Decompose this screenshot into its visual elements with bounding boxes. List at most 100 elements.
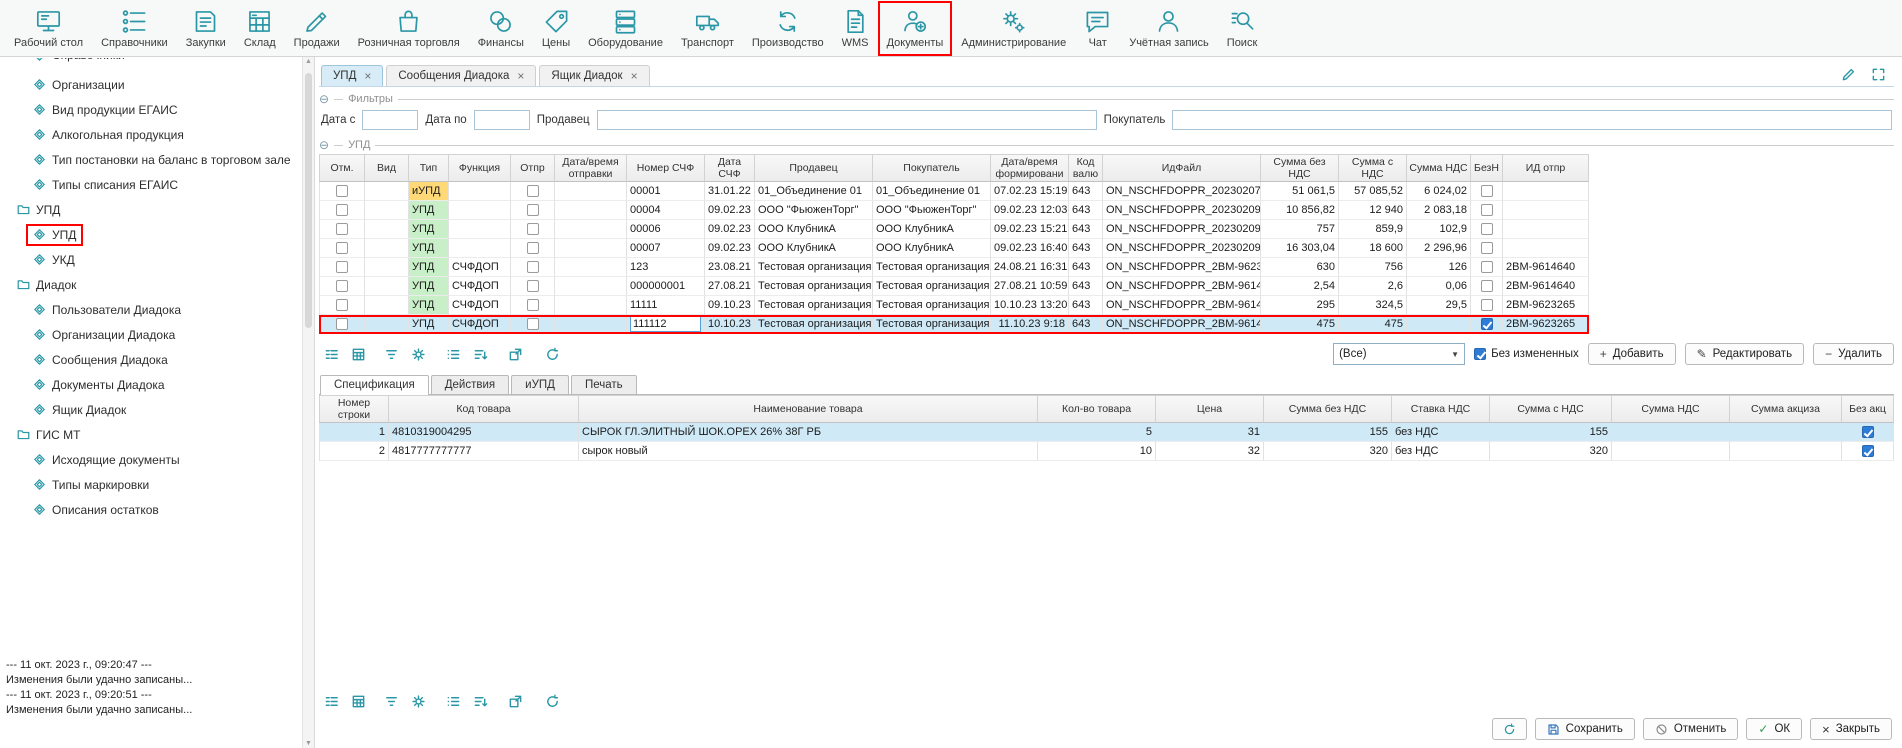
close-button[interactable]: × Закрыть: [1810, 718, 1892, 740]
cell-date[interactable]: 31.01.22: [705, 182, 755, 201]
cell-sent-at[interactable]: [555, 220, 627, 239]
cell-price[interactable]: 32: [1156, 442, 1264, 461]
cell-number[interactable]: 111112: [627, 315, 705, 334]
cell-sum-vat[interactable]: 126: [1407, 258, 1471, 277]
sidebar-item-7[interactable]: УПД: [0, 222, 302, 247]
column-header-line[interactable]: Номер строки: [319, 395, 389, 423]
checkbox[interactable]: [1481, 299, 1493, 311]
cell-func[interactable]: [449, 239, 511, 258]
cell-formed-at[interactable]: 07.02.23 15:19: [991, 182, 1069, 201]
cell-otpr[interactable]: [511, 201, 555, 220]
cell-vid[interactable]: [365, 220, 409, 239]
cell-func[interactable]: СЧФДОП: [449, 315, 511, 334]
checkbox[interactable]: [1474, 348, 1486, 360]
cell-sum-no-vat[interactable]: 295: [1261, 296, 1339, 315]
column-header-sent-at[interactable]: Дата/время отправки: [555, 154, 627, 182]
detail-tab-0[interactable]: Спецификация: [320, 375, 429, 395]
cell-func[interactable]: СЧФДОП: [449, 258, 511, 277]
open-in-window-button[interactable]: [503, 343, 527, 365]
cell-number[interactable]: 000000001: [627, 277, 705, 296]
cell-mark[interactable]: [319, 258, 365, 277]
cell-sum-with-vat[interactable]: 57 085,52: [1339, 182, 1407, 201]
cell-mark[interactable]: [319, 182, 365, 201]
cell-mark[interactable]: [319, 220, 365, 239]
inline-editor[interactable]: 111112: [630, 316, 701, 332]
toolbar-item-finance[interactable]: Финансы: [470, 2, 532, 55]
cell-seller[interactable]: Тестовая организация №: [755, 315, 873, 334]
open-in-window-button[interactable]: [503, 690, 527, 712]
cell-file-id[interactable]: ON_NSCHFDOPPR_20230207: [1103, 182, 1261, 201]
cell-buyer[interactable]: Тестовая организация №: [873, 258, 991, 277]
toolbar-item-references[interactable]: Справочники: [93, 2, 176, 55]
toolbar-item-transport[interactable]: Транспорт: [673, 2, 742, 55]
detail-tab-1[interactable]: Действия: [431, 375, 509, 394]
cell-sender-id[interactable]: [1503, 182, 1589, 201]
toolbar-item-account[interactable]: Учётная запись: [1121, 2, 1217, 55]
cell-number[interactable]: 00001: [627, 182, 705, 201]
cell-func[interactable]: [449, 182, 511, 201]
cell-sum-with-vat[interactable]: 18 600: [1339, 239, 1407, 258]
cell-vid[interactable]: [365, 182, 409, 201]
collapse-icon[interactable]: ⊖: [319, 139, 329, 151]
cell-otpr[interactable]: [511, 296, 555, 315]
date-to-input[interactable]: [474, 110, 530, 130]
cell-mark[interactable]: [319, 239, 365, 258]
expand-fullscreen-icon[interactable]: [1871, 67, 1886, 82]
cell-file-id[interactable]: ON_NSCHFDOPPR_2BM-96146: [1103, 277, 1261, 296]
cell-buyer[interactable]: ООО КлубникА: [873, 220, 991, 239]
cell-sender-id[interactable]: [1503, 220, 1589, 239]
sidebar-item-0[interactable]: Справочники: [0, 58, 302, 72]
view-mode-button[interactable]: [319, 343, 343, 365]
cell-sum-vat[interactable]: 0,06: [1407, 277, 1471, 296]
toolbar-item-desktop[interactable]: Рабочий стол: [6, 2, 91, 55]
cell-date[interactable]: 09.02.23: [705, 220, 755, 239]
tab-close-icon[interactable]: ×: [631, 70, 638, 82]
toolbar-item-administration[interactable]: Администрирование: [953, 2, 1074, 55]
checkbox[interactable]: [1481, 318, 1493, 330]
cell-sum-with-vat[interactable]: 2,6: [1339, 277, 1407, 296]
cell-formed-at[interactable]: 24.08.21 16:31: [991, 258, 1069, 277]
sidebar-item-6[interactable]: УПД: [0, 197, 302, 222]
cell-formed-at[interactable]: 10.10.23 13:20: [991, 296, 1069, 315]
toolbar-item-production[interactable]: Производство: [744, 2, 832, 55]
cell-currency[interactable]: 643: [1069, 220, 1103, 239]
toolbar-item-chat[interactable]: Чат: [1076, 2, 1119, 55]
sidebar-item-3[interactable]: Алкогольная продукция: [0, 122, 302, 147]
checkbox[interactable]: [527, 223, 539, 235]
cell-otpr[interactable]: [511, 182, 555, 201]
cell-vat-rate[interactable]: без НДС: [1392, 442, 1490, 461]
cell-tip[interactable]: иУПД: [409, 182, 449, 201]
cell-number[interactable]: 00006: [627, 220, 705, 239]
edit-button[interactable]: ✎ Редактировать: [1685, 343, 1805, 365]
column-header-name[interactable]: Наименование товара: [579, 395, 1038, 423]
sidebar-item-1[interactable]: Организации: [0, 72, 302, 97]
cell-mark[interactable]: [319, 277, 365, 296]
cell-currency[interactable]: 643: [1069, 239, 1103, 258]
sidebar-item-14[interactable]: Ящик Диадок: [0, 397, 302, 422]
checkbox[interactable]: [1862, 445, 1874, 457]
cell-vid[interactable]: [365, 201, 409, 220]
refresh-grid-button[interactable]: [540, 690, 564, 712]
cell-buyer[interactable]: Тестовая организация №: [873, 296, 991, 315]
toolbar-item-search[interactable]: Поиск: [1219, 2, 1265, 55]
cell-sum-with-vat[interactable]: 320: [1490, 442, 1612, 461]
checkbox[interactable]: [527, 261, 539, 273]
refresh-button[interactable]: [1492, 718, 1527, 740]
cell-no-vat[interactable]: [1471, 277, 1503, 296]
column-header-number[interactable]: Номер СЧФ: [627, 154, 705, 182]
cell-qty[interactable]: 10: [1038, 442, 1156, 461]
cell-sum-with-vat[interactable]: 12 940: [1339, 201, 1407, 220]
cell-line[interactable]: 1: [319, 423, 389, 442]
cell-sender-id[interactable]: [1503, 239, 1589, 258]
cell-buyer[interactable]: 01_Объединение 01: [873, 182, 991, 201]
cell-sent-at[interactable]: [555, 296, 627, 315]
cell-sender-id[interactable]: 2BM-9614640: [1503, 277, 1589, 296]
cell-file-id[interactable]: ON_NSCHFDOPPR_20230209: [1103, 220, 1261, 239]
filter-button[interactable]: [379, 343, 403, 365]
column-header-excise[interactable]: Сумма акциза: [1730, 395, 1842, 423]
cell-sum-with-vat[interactable]: 859,9: [1339, 220, 1407, 239]
column-header-no-vat[interactable]: БезН: [1471, 154, 1503, 182]
tab-close-icon[interactable]: ×: [364, 70, 371, 82]
sidebar-item-2[interactable]: Вид продукции ЕГАИС: [0, 97, 302, 122]
cell-func[interactable]: СЧФДОП: [449, 277, 511, 296]
